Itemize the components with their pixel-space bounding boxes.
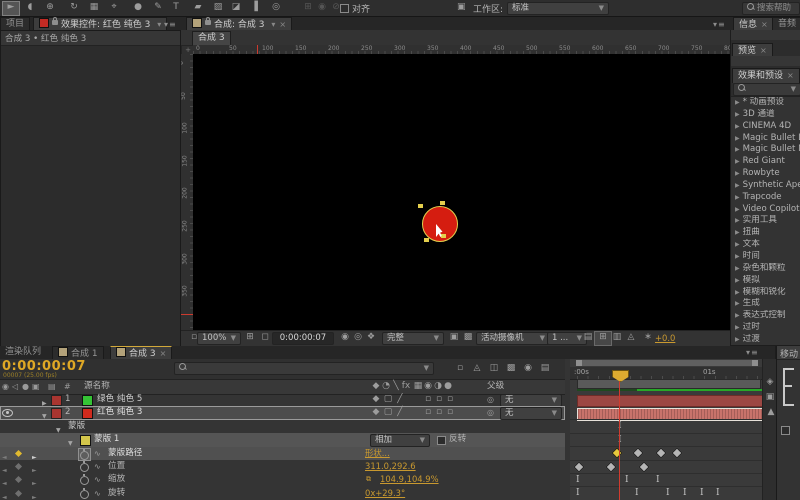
close-icon[interactable]: × <box>787 71 794 80</box>
tab-audio[interactable]: 音频 <box>772 17 800 31</box>
tracker-point-icon <box>783 368 799 406</box>
tracker-checkbox[interactable] <box>781 426 790 435</box>
tracker-panel-title: 移动 <box>780 347 798 360</box>
after-effects-window: { "toolbar":{ "tools":[ {"n":"selection-… <box>0 0 800 500</box>
chevron-down-icon: ▼ <box>791 84 796 95</box>
tracker-panel-header: 移动 <box>777 346 800 360</box>
scroll-strip-icons: ◈▣▲ <box>0 0 775 500</box>
tracker-panel: 移动 <box>776 346 800 500</box>
timeline-panel: 渲染队列 合成 1 合成 3× ▾≡ 0:00:00:07 00007 (25.… <box>0 346 775 500</box>
